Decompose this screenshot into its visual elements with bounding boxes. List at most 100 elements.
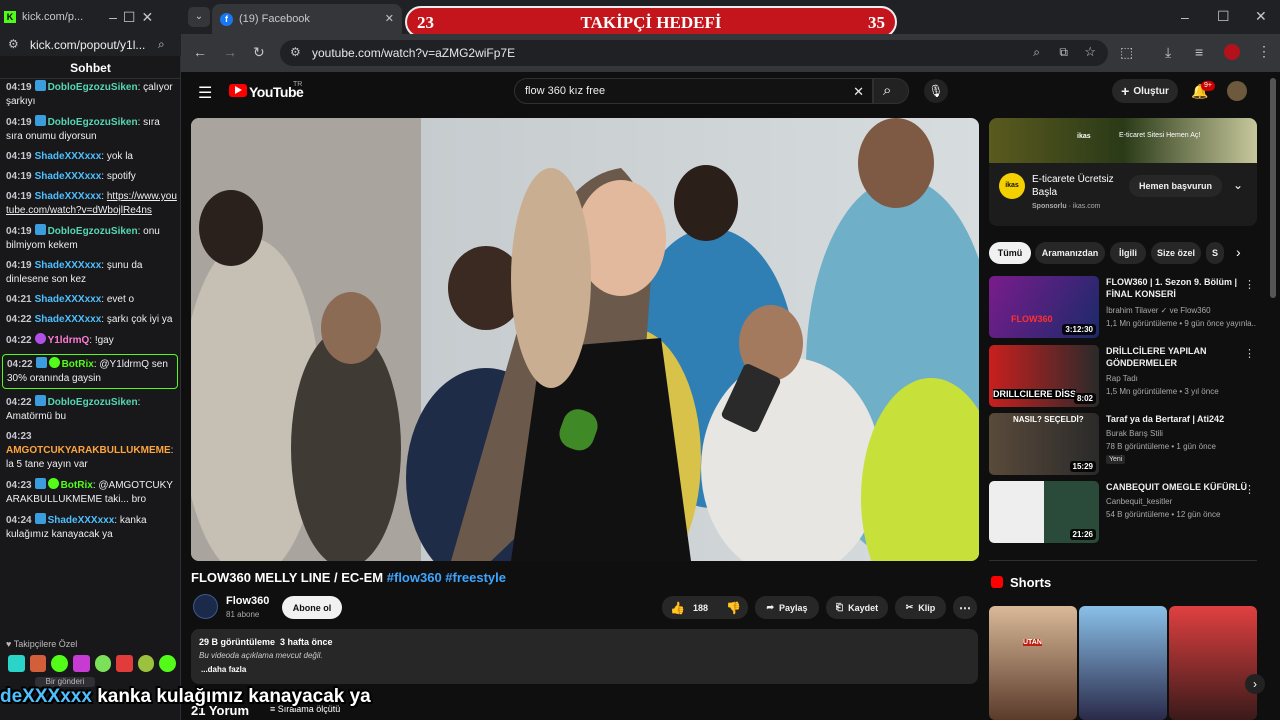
- recommended-video[interactable]: 21:26 CANBEQUIT OMEGLE KÜFÜRLÜ Canbequit…: [989, 481, 1257, 543]
- ad-card[interactable]: E-ticaret Sitesi Hemen Aç! ikas ikas E-t…: [989, 118, 1257, 226]
- emote-icon[interactable]: [159, 655, 176, 672]
- chat-message: 04:23 BotRix: @AMGOTCUKYARAKBULLUKMEME ta…: [6, 478, 173, 505]
- badge-icon: [34, 513, 46, 524]
- thumbs-up-icon: 👍: [670, 600, 685, 615]
- short-thumbnail[interactable]: [1079, 606, 1167, 720]
- chip-from-search[interactable]: Aramanızdan: [1035, 242, 1105, 264]
- voice-search-icon[interactable]: 🎙: [924, 79, 948, 103]
- thumbs-down-icon: 👎: [725, 600, 741, 615]
- mic-badge-icon: [34, 333, 46, 344]
- chip-more[interactable]: S: [1206, 242, 1224, 264]
- site-settings-icon[interactable]: ⚙: [8, 38, 19, 50]
- share-button[interactable]: ➦ Paylaş: [755, 596, 819, 619]
- goal-title: TAKİPÇİ HEDEFİ: [580, 13, 722, 32]
- more-options-icon[interactable]: ⋮: [1244, 278, 1255, 291]
- browser-menu-icon[interactable]: ⋮: [1257, 44, 1271, 58]
- hamburger-menu-icon[interactable]: ☰: [198, 83, 212, 103]
- chip-related[interactable]: İlgili: [1110, 242, 1146, 264]
- video-player[interactable]: [191, 118, 979, 561]
- channel-avatar[interactable]: [193, 594, 218, 619]
- video-meta: 1,5 Mn görüntüleme • 3 yıl önce: [1106, 387, 1219, 396]
- emote-icon[interactable]: [8, 655, 25, 672]
- popout-url-bar[interactable]: ⚙ kick.com/popout/y1l... ⌕: [0, 34, 181, 56]
- like-button[interactable]: 👍 188 👎: [662, 596, 748, 619]
- emote-icon[interactable]: [94, 655, 112, 672]
- tab-kick[interactable]: K kick.com/p... – ☐ ✕: [4, 4, 174, 30]
- emote-bar: [8, 655, 176, 673]
- goal-target: 35: [868, 13, 885, 32]
- tab-search-button[interactable]: ⌄: [188, 7, 210, 27]
- video-hashtags[interactable]: #flow360 #freestyle: [387, 570, 506, 585]
- chat-message: 04:23 AMGOTCUKYARAKBULLUKMEME: la 5 tane …: [6, 431, 174, 470]
- account-avatar[interactable]: [1227, 81, 1247, 101]
- tab-facebook[interactable]: f (19) Facebook ✕: [212, 4, 402, 34]
- recommended-video[interactable]: DRILLCILERE DİSS 8:02 DRİLLCİLERE YAPILAN…: [989, 345, 1257, 407]
- short-thumbnail[interactable]: UTAN: [989, 606, 1077, 720]
- ad-title: E-ticarete Ücretsiz Başla: [1032, 174, 1114, 198]
- video-thumbnail: 21:26: [989, 481, 1099, 543]
- shorts-next-icon[interactable]: ›: [1245, 674, 1265, 694]
- subscriber-count: 81 abone: [226, 610, 260, 619]
- ad-cta-button[interactable]: Hemen başvurun: [1129, 175, 1222, 197]
- video-channel: İbrahim Tilaver ✓ ve Flow360: [1106, 306, 1211, 315]
- media-control-icon[interactable]: ≡: [1195, 45, 1203, 59]
- description-box[interactable]: 29 B görüntüleme 3 hafta önce Bu videoda…: [191, 629, 978, 684]
- chip-for-you[interactable]: Size özel: [1151, 242, 1201, 264]
- reload-icon[interactable]: ↻: [253, 45, 265, 59]
- emote-icon[interactable]: [116, 655, 133, 672]
- subscribe-button[interactable]: Abone ol: [282, 596, 342, 619]
- ad-expand-icon[interactable]: ⌄: [1233, 178, 1243, 192]
- page-scrollbar[interactable]: [1270, 78, 1276, 298]
- search-icon[interactable]: ⌕: [158, 38, 165, 50]
- site-settings-icon[interactable]: ⚙: [290, 46, 301, 58]
- bookmark-star-icon[interactable]: ☆: [1084, 45, 1096, 58]
- window-minimize-icon[interactable]: –: [1181, 10, 1189, 24]
- maximize-icon[interactable]: ☐: [123, 10, 136, 24]
- create-button[interactable]: + Oluştur: [1112, 79, 1178, 103]
- close-icon[interactable]: ✕: [141, 10, 153, 24]
- more-options-icon[interactable]: ⋮: [1244, 483, 1255, 496]
- notification-count: 9+: [1201, 81, 1215, 91]
- ad-sponsor: Sponsorlu · ikas.com: [1032, 203, 1101, 210]
- zoom-icon[interactable]: ⌕: [1033, 46, 1040, 58]
- stream-subtitle: deXXXxxx kanka kulağımız kanayacak ya: [0, 686, 600, 710]
- forward-icon[interactable]: →: [223, 45, 237, 59]
- more-actions-icon[interactable]: ⋯: [953, 596, 977, 619]
- download-icon[interactable]: ⤓: [1165, 45, 1171, 59]
- window-maximize-icon[interactable]: ☐: [1217, 9, 1230, 23]
- emote-icon[interactable]: [72, 655, 90, 672]
- url-bar[interactable]: ⚙ youtube.com/watch?v=aZMG2wiFp7E ⌕ ⧉ ☆: [280, 40, 1108, 66]
- chat-message: 04:19 ShadeXXXxxx: şunu da dinlesene son …: [6, 260, 143, 285]
- scissors-icon: ✂: [905, 602, 914, 612]
- youtube-logo-icon[interactable]: [229, 84, 247, 97]
- emote-icon[interactable]: [51, 655, 68, 672]
- minimize-icon[interactable]: –: [109, 10, 117, 24]
- search-value: flow 360 kız free: [525, 85, 606, 97]
- close-tab-icon[interactable]: ✕: [385, 13, 394, 25]
- recommended-video[interactable]: NASIL? SEÇELDİ? 15:29 Taraf ya da Bertara…: [989, 413, 1257, 475]
- recommended-video[interactable]: FLOW360 3:12:30 FLOW360 | 1. Sezon 9. Böl…: [989, 276, 1257, 338]
- emote-icon[interactable]: [29, 655, 47, 672]
- description-text: Bu videoda açıklama mevcut değil.: [199, 651, 323, 660]
- clip-button[interactable]: ✂ Klip: [895, 596, 946, 619]
- chip-all[interactable]: Tümü: [989, 242, 1031, 264]
- save-button[interactable]: ⎗ Kaydet: [826, 596, 888, 619]
- channel-name[interactable]: Flow360: [226, 595, 269, 607]
- badge-icon: [34, 115, 46, 126]
- show-more-link[interactable]: ...daha fazla: [201, 665, 246, 674]
- window-close-icon[interactable]: ✕: [1255, 9, 1267, 23]
- chat-message: 04:19 DobloEgzozuSiken: sıra sıra onumu d…: [6, 115, 160, 142]
- profile-avatar-icon[interactable]: [1224, 44, 1240, 60]
- search-button[interactable]: ⌕: [873, 78, 909, 104]
- back-icon[interactable]: ←: [193, 45, 207, 59]
- search-input[interactable]: flow 360 kız free ✕: [514, 78, 873, 104]
- short-thumbnail[interactable]: [1169, 606, 1257, 720]
- extensions-icon[interactable]: ⬚: [1120, 45, 1133, 59]
- emote-icon[interactable]: [137, 655, 155, 672]
- followers-only-label: ♥ Takipçilere Özel: [6, 639, 78, 649]
- cast-icon[interactable]: ⧉: [1059, 46, 1068, 58]
- more-options-icon[interactable]: ⋮: [1244, 347, 1255, 360]
- clear-search-icon[interactable]: ✕: [853, 84, 864, 100]
- badge-icon: [34, 80, 46, 91]
- chips-next-icon[interactable]: ›: [1236, 244, 1241, 260]
